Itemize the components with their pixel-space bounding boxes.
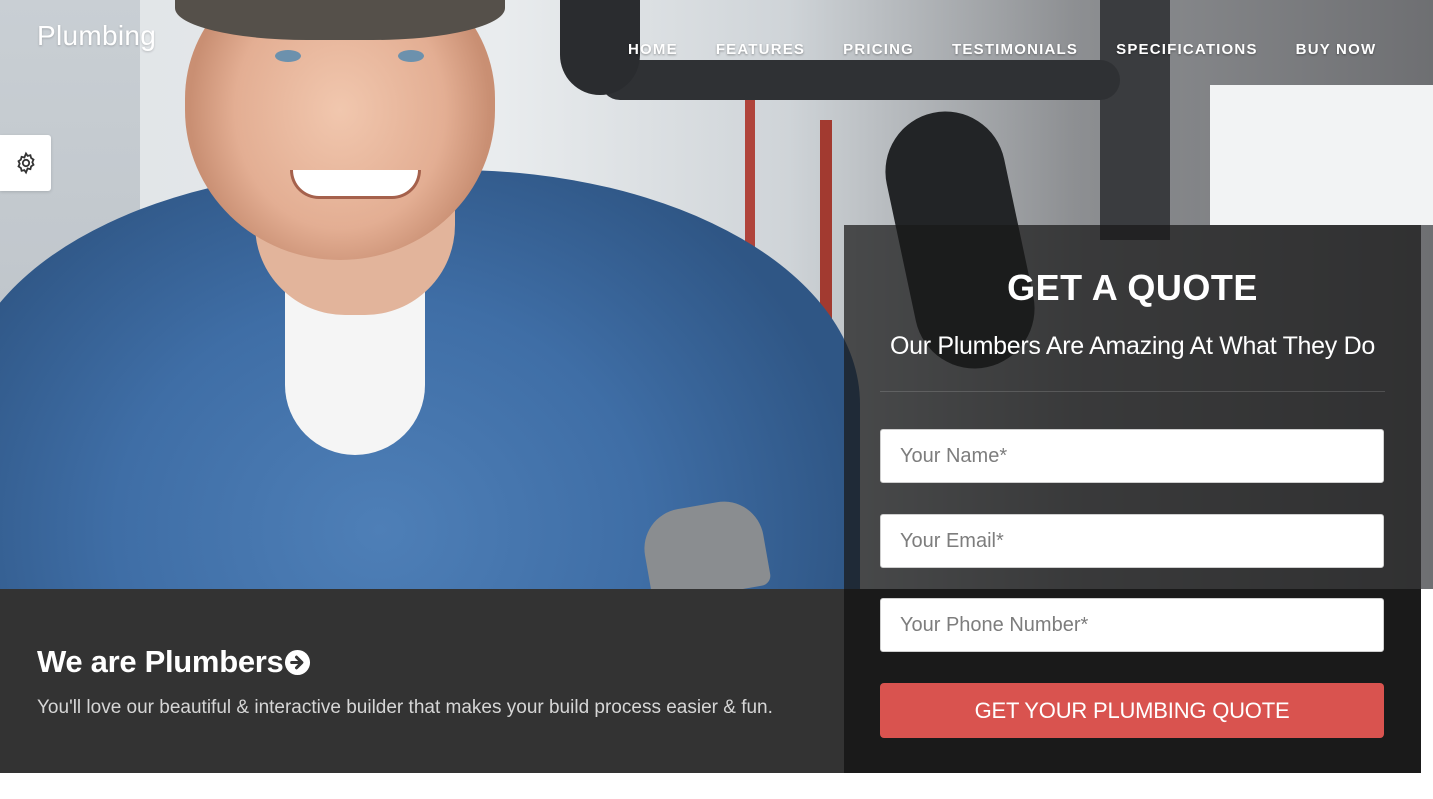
nav-item-home[interactable]: HOME	[628, 40, 678, 60]
phone-field[interactable]	[880, 598, 1384, 652]
nav-item-pricing[interactable]: PRICING	[843, 40, 914, 60]
intro-title-text: We are Plumbers	[37, 644, 284, 679]
email-field[interactable]	[880, 514, 1384, 568]
quote-subtitle: Our Plumbers Are Amazing At What They Do	[890, 332, 1375, 360]
gear-icon	[16, 151, 35, 175]
intro-title: We are Plumbers	[37, 644, 311, 680]
nav-item-testimonials[interactable]: TESTIMONIALS	[952, 40, 1078, 60]
name-field[interactable]	[880, 429, 1384, 483]
hero-pipe	[820, 120, 832, 330]
hero-pipe	[1100, 0, 1170, 240]
person-eye	[275, 50, 301, 62]
quote-title: GET A QUOTE	[1007, 267, 1258, 308]
hero-pipe	[600, 60, 1120, 100]
main-nav: HOME FEATURES PRICING TESTIMONIALS SPECI…	[628, 40, 1376, 60]
arrow-circle-right-icon[interactable]	[284, 649, 311, 676]
divider	[880, 391, 1385, 392]
nav-item-features[interactable]: FEATURES	[716, 40, 805, 60]
hero-window	[1210, 85, 1433, 225]
person-smile	[290, 170, 421, 199]
quote-form-panel: GET A QUOTE Our Plumbers Are Amazing At …	[844, 225, 1421, 773]
nav-item-buy-now[interactable]: BUY NOW	[1296, 40, 1377, 60]
brand-logo[interactable]: Plumbing	[37, 20, 156, 52]
get-quote-button[interactable]: GET YOUR PLUMBING QUOTE	[880, 683, 1384, 738]
intro-text: You'll love our beautiful & interactive …	[37, 697, 773, 718]
person-eye	[398, 50, 424, 62]
settings-button[interactable]	[0, 135, 51, 191]
nav-item-specifications[interactable]: SPECIFICATIONS	[1116, 40, 1258, 60]
intro-section: We are Plumbers You'll love our beautifu…	[0, 589, 844, 773]
